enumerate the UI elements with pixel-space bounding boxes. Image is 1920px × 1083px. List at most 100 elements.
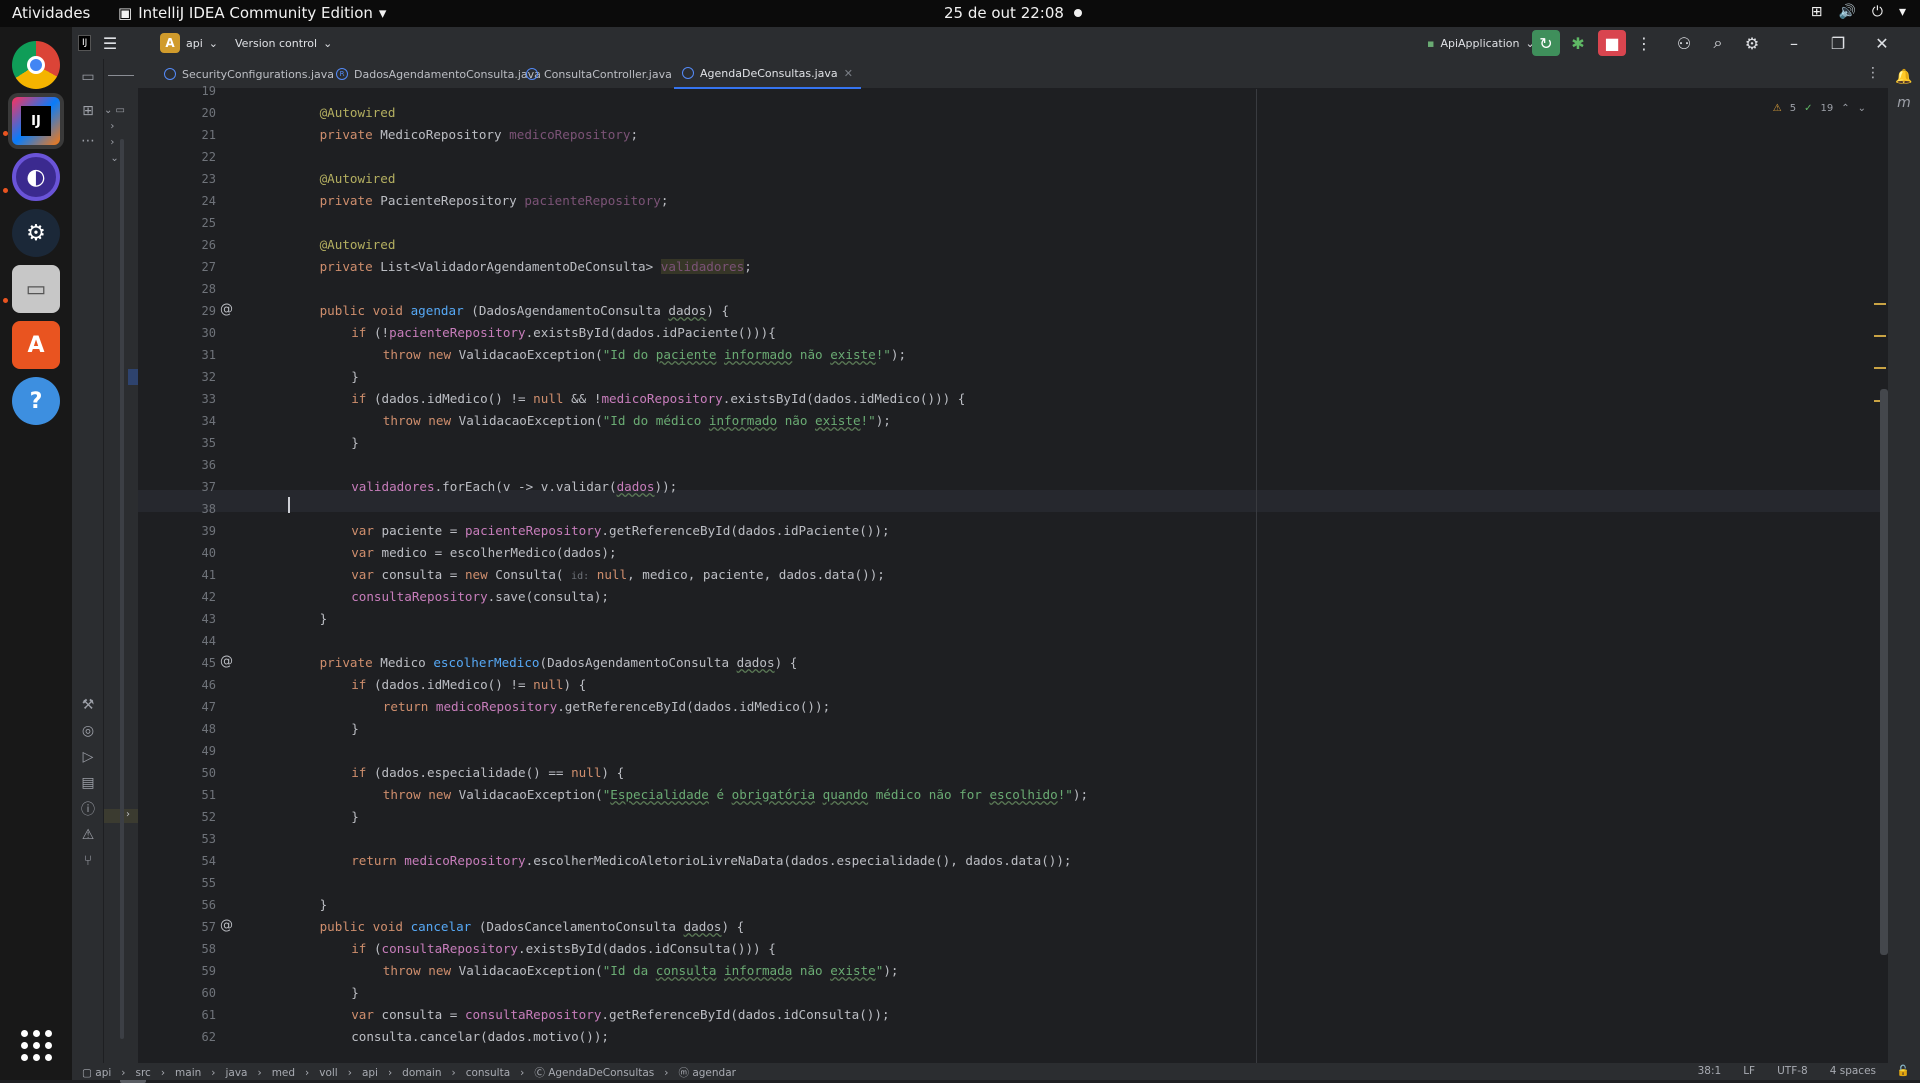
code-line[interactable]: @Autowired [320,234,396,256]
dock-files[interactable]: ▭ [8,261,64,317]
show-apps-button[interactable] [8,1017,64,1073]
stop-button[interactable]: ■ [1598,30,1626,56]
breadcrumb-item[interactable]: java [225,1067,247,1079]
code-line[interactable]: } [320,608,328,630]
project-widget[interactable]: A api ⌄ [160,27,218,59]
code-line[interactable]: } [351,432,359,454]
code-line[interactable]: return medicoRepository.escolherMedicoAl… [351,850,1071,872]
run-tool-icon[interactable]: ▷ [78,747,98,767]
lock-icon[interactable]: 🔓 [1897,1064,1910,1077]
dock-intellij[interactable]: IJ [8,93,64,149]
override-marker-icon[interactable]: @ [220,918,233,933]
error-stripe-mark[interactable] [1874,303,1886,305]
override-marker-icon[interactable]: @ [220,302,233,317]
warning-tool-icon[interactable]: ⚠ [78,825,98,845]
vcs-widget[interactable]: Version control ⌄ [235,27,332,59]
settings-gear-icon[interactable]: ⚙ [1738,30,1766,56]
project-tool-icon[interactable]: ▭ [78,67,98,87]
code-line[interactable]: @Autowired [320,168,396,190]
code-line[interactable]: return medicoRepository.getReferenceById… [383,696,830,718]
code-line[interactable]: private PacienteRepository pacienteRepos… [320,190,669,212]
tree-scrollbar[interactable] [120,139,124,1039]
breadcrumb-item[interactable]: consulta [466,1067,510,1079]
notifications-icon[interactable]: 🔔 [1894,67,1914,87]
error-stripe-mark[interactable] [1874,367,1886,369]
code-line[interactable]: var medico = escolherMedico(dados); [351,542,616,564]
breadcrumb-item[interactable]: med [272,1067,295,1079]
dock-steam[interactable]: ⚙ [8,205,64,261]
code-line[interactable]: private Medico escolherMedico(DadosAgend… [320,652,798,674]
code-line[interactable]: @Autowired [320,102,396,124]
file-encoding[interactable]: UTF-8 [1777,1065,1808,1077]
restore-icon[interactable]: ❐ [1824,30,1852,56]
code-with-me-icon[interactable]: ⚇ [1670,30,1698,56]
indent-setting[interactable]: 4 spaces [1830,1065,1876,1077]
more-tools-icon[interactable]: ⋯ [78,131,98,151]
code-line[interactable]: var consulta = consultaRepository.getRef… [351,1004,889,1026]
breadcrumb-item[interactable]: src [135,1067,150,1079]
code-line[interactable]: if (dados.especialidade() == null) { [351,762,624,784]
main-menu-icon[interactable]: ☰ [96,30,124,56]
editor-scrollbar[interactable] [1880,389,1888,955]
code-line[interactable]: public void cancelar (DadosCancelamentoC… [320,916,745,938]
error-stripe-mark[interactable] [1874,335,1886,337]
rerun-button[interactable]: ↻ [1532,30,1560,56]
breadcrumb-item[interactable]: api [362,1067,378,1079]
breadcrumb-item[interactable]: voll [319,1067,337,1079]
problems-tool-icon[interactable]: ⓘ [78,799,98,819]
dock-help[interactable]: ? [8,373,64,429]
breadcrumb-item[interactable]: domain [402,1067,441,1079]
system-tray[interactable]: ⊞ 🔊 ⏻ ▾ [1811,4,1906,20]
code-line[interactable]: } [351,718,359,740]
code-line[interactable]: if (consultaRepository.existsById(dados.… [351,938,776,960]
code-line[interactable]: throw new ValidacaoException("Id da cons… [383,960,899,982]
code-line[interactable]: consultaRepository.save(consulta); [351,586,609,608]
dock-chrome[interactable] [8,37,64,93]
dock-eclipse[interactable]: ◐ [8,149,64,205]
code-line[interactable]: throw new ValidacaoException("Especialid… [383,784,1088,806]
close-tab-icon[interactable]: ✕ [844,67,853,80]
code-line[interactable]: if (dados.idMedico() != null && !medicoR… [351,388,965,410]
code-line[interactable]: } [351,366,359,388]
code-line[interactable]: throw new ValidacaoException("Id do médi… [383,410,891,432]
code-line[interactable]: consulta.cancelar(dados.motivo()); [351,1026,609,1048]
tab-consulta-controller[interactable]: ConsultaController.java [518,59,680,89]
breadcrumb-item[interactable]: ⓜ agendar [678,1065,735,1080]
structure-tool-icon[interactable]: ⊞ [78,101,98,121]
debug-icon[interactable]: ✱ [1564,30,1592,56]
search-icon[interactable]: ⌕ [1704,30,1732,56]
build-tool-icon[interactable]: ⚒ [78,695,98,715]
chevron-down-icon[interactable]: ⌄ [1858,103,1866,114]
line-separator[interactable]: LF [1743,1065,1755,1077]
code-line[interactable]: if (!pacienteRepository.existsById(dados… [351,322,776,344]
more-actions-icon[interactable]: ⋮ [1630,30,1658,56]
breadcrumb[interactable]: ▢ api › src › main › java › med › voll › api › domain ›… [82,1065,736,1080]
tab-options-icon[interactable]: ⋮ [1866,65,1880,81]
code-line[interactable]: private List<ValidadorAgendamentoDeConsu… [320,256,752,278]
caret-position[interactable]: 38:1 [1698,1065,1722,1077]
code-line[interactable]: } [320,894,328,916]
dock-app-center[interactable]: A [8,317,64,373]
tab-dados-agendamento[interactable]: R DadosAgendamentoConsulta.java [328,59,549,89]
code-line[interactable]: validadores.forEach(v -> v.validar(dados… [351,476,677,498]
tab-agenda-de-consultas[interactable]: AgendaDeConsultas.java ✕ [674,59,861,89]
chevron-up-icon[interactable]: ⌃ [1841,103,1849,114]
code-line[interactable]: } [351,982,359,1004]
code-line[interactable]: throw new ValidacaoException("Id do paci… [383,344,906,366]
minimize-icon[interactable]: – [1780,30,1808,56]
close-icon[interactable]: ✕ [1868,30,1896,56]
terminal-tool-icon[interactable]: ▤ [78,773,98,793]
code-line[interactable]: private MedicoRepository medicoRepositor… [320,124,638,146]
maven-icon[interactable]: m [1894,93,1914,113]
clock[interactable]: 25 de out 22:08 [944,4,1082,22]
breadcrumb-item[interactable]: ▢ api [82,1067,111,1079]
code-area[interactable]: @Autowired private MedicoRepository medic… [288,89,1768,1063]
code-line[interactable]: var paciente = pacienteRepository.getRef… [351,520,889,542]
run-config-widget[interactable]: ▪ ApiApplication ⌄ [1427,27,1535,59]
services-tool-icon[interactable]: ◎ [78,721,98,741]
inspection-widget[interactable]: ⚠ 5 ✓ 19 ⌃ ⌄ [1773,103,1866,114]
app-menu[interactable]: ▣ IntelliJ IDEA Community Edition ▾ [118,4,386,22]
code-line[interactable]: var consulta = new Consulta( id: null, m… [351,564,885,586]
code-line[interactable]: public void agendar (DadosAgendamentoCon… [320,300,729,322]
collapse-icon[interactable] [108,75,134,76]
